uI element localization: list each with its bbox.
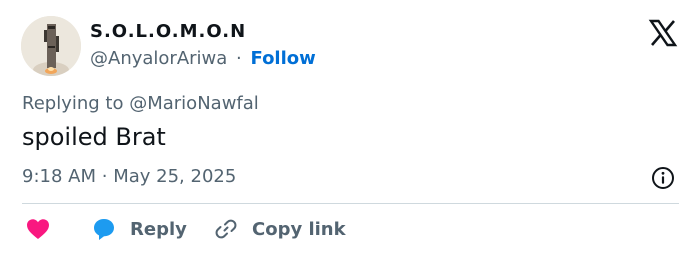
info-icon[interactable] <box>651 166 675 190</box>
avatar[interactable] <box>21 16 81 76</box>
tweet-timestamp[interactable]: 9:18 AM · May 25, 2025 <box>22 166 236 187</box>
timestamp-separator: · <box>101 166 108 187</box>
replying-to-handle[interactable]: @MarioNawfal <box>129 93 259 114</box>
reply-label: Reply <box>130 218 187 240</box>
avatar-image <box>21 16 81 76</box>
tweet-date: May 25, 2025 <box>113 166 237 187</box>
replying-to-prefix: Replying to <box>22 93 124 114</box>
replying-to-line: Replying to @MarioNawfal <box>22 93 259 114</box>
reply-button[interactable]: Reply <box>92 216 187 242</box>
x-logo-icon[interactable] <box>648 18 678 48</box>
separator-dot: · <box>236 48 242 69</box>
author-handle[interactable]: @AnyalorAriwa <box>90 48 227 69</box>
heart-icon <box>27 219 49 239</box>
author-display-name[interactable]: S.O.L.O.M.O.N <box>90 21 246 42</box>
copy-link-button[interactable]: Copy link <box>214 216 346 242</box>
divider <box>22 203 679 204</box>
author-handle-line: @AnyalorAriwa · Follow <box>90 48 316 69</box>
tweet-text: spoiled Brat <box>22 123 166 151</box>
copy-link-label: Copy link <box>252 218 346 240</box>
speech-bubble-icon <box>94 219 114 240</box>
follow-button[interactable]: Follow <box>251 48 316 69</box>
link-icon <box>215 219 237 239</box>
tweet-time: 9:18 AM <box>22 166 96 187</box>
like-button[interactable] <box>26 216 50 242</box>
